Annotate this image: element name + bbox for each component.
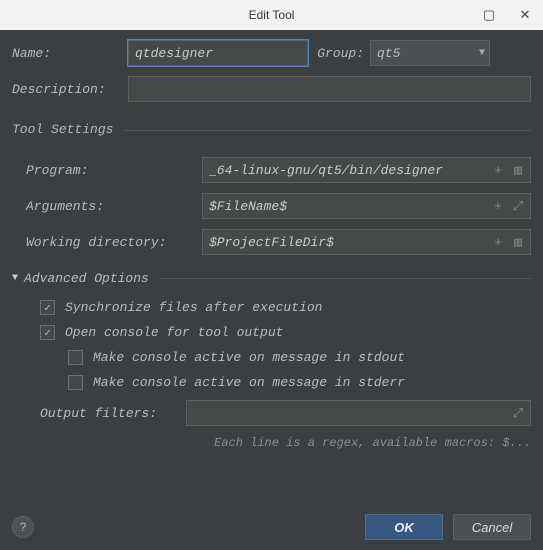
name-input[interactable] bbox=[128, 40, 308, 66]
filters-hint: Each line is a regex, available macros: … bbox=[40, 436, 531, 450]
group-value: qt5 bbox=[377, 46, 479, 61]
window-title: Edit Tool bbox=[249, 8, 295, 22]
stdout-checkbox-row[interactable]: Make console active on message in stdout bbox=[68, 350, 531, 365]
output-filters-row: Output filters: ⤢ bbox=[40, 400, 531, 426]
ok-button[interactable]: OK bbox=[365, 514, 443, 540]
stderr-label: Make console active on message in stderr bbox=[93, 375, 405, 390]
open-console-checkbox-row[interactable]: ✓ Open console for tool output bbox=[40, 325, 531, 340]
workdir-row: Working directory: $ProjectFileDir$ + ▥ bbox=[26, 229, 531, 255]
chevron-down-icon: ▼ bbox=[479, 48, 485, 59]
checkbox-checked-icon[interactable]: ✓ bbox=[40, 300, 55, 315]
open-console-label: Open console for tool output bbox=[65, 325, 283, 340]
checkbox-unchecked-icon[interactable] bbox=[68, 350, 83, 365]
titlebar: Edit Tool ▢ ✕ bbox=[0, 0, 543, 30]
cancel-button[interactable]: Cancel bbox=[453, 514, 531, 540]
name-row: Name: Group: qt5 ▼ bbox=[12, 40, 531, 66]
advanced-title: Advanced Options bbox=[24, 271, 149, 286]
tool-settings-header: Tool Settings bbox=[12, 114, 531, 147]
insert-macro-icon[interactable]: + bbox=[490, 199, 506, 214]
expand-icon[interactable]: ⤢ bbox=[510, 406, 526, 421]
name-label: Name: bbox=[12, 46, 122, 61]
sync-label: Synchronize files after execution bbox=[65, 300, 322, 315]
arguments-label: Arguments: bbox=[26, 199, 196, 214]
arguments-input[interactable]: $FileName$ + ⤢ bbox=[202, 193, 531, 219]
sync-checkbox-row[interactable]: ✓ Synchronize files after execution bbox=[40, 300, 531, 315]
separator bbox=[123, 130, 531, 131]
stderr-checkbox-row[interactable]: Make console active on message in stderr bbox=[68, 375, 531, 390]
description-input[interactable] bbox=[128, 76, 531, 102]
description-label: Description: bbox=[12, 82, 122, 97]
expand-icon[interactable]: ⤢ bbox=[510, 199, 526, 214]
window-buttons: ▢ ✕ bbox=[471, 0, 543, 30]
workdir-label: Working directory: bbox=[26, 235, 196, 250]
filters-input[interactable]: ⤢ bbox=[186, 400, 531, 426]
insert-macro-icon[interactable]: + bbox=[490, 163, 506, 178]
separator bbox=[159, 278, 531, 279]
group-label: Group: bbox=[314, 46, 364, 61]
close-button[interactable]: ✕ bbox=[507, 0, 543, 30]
workdir-input[interactable]: $ProjectFileDir$ + ▥ bbox=[202, 229, 531, 255]
description-row: Description: bbox=[12, 76, 531, 102]
program-row: Program: _64-linux-gnu/qt5/bin/designer … bbox=[26, 157, 531, 183]
dialog-body: Name: Group: qt5 ▼ Description: Tool Set… bbox=[0, 30, 543, 460]
collapse-triangle-icon: ▼ bbox=[12, 273, 18, 284]
dialog-footer: ? OK Cancel bbox=[12, 514, 531, 540]
maximize-button[interactable]: ▢ bbox=[471, 0, 507, 30]
arguments-row: Arguments: $FileName$ + ⤢ bbox=[26, 193, 531, 219]
browse-folder-icon[interactable]: ▥ bbox=[510, 235, 526, 250]
checkbox-unchecked-icon[interactable] bbox=[68, 375, 83, 390]
filters-label: Output filters: bbox=[40, 406, 180, 421]
program-label: Program: bbox=[26, 163, 196, 178]
browse-folder-icon[interactable]: ▥ bbox=[510, 163, 526, 178]
group-select[interactable]: qt5 ▼ bbox=[370, 40, 490, 66]
help-button[interactable]: ? bbox=[12, 516, 34, 538]
stdout-label: Make console active on message in stdout bbox=[93, 350, 405, 365]
advanced-header[interactable]: ▼ Advanced Options bbox=[12, 271, 531, 286]
insert-macro-icon[interactable]: + bbox=[490, 235, 506, 250]
program-input[interactable]: _64-linux-gnu/qt5/bin/designer + ▥ bbox=[202, 157, 531, 183]
tool-settings-title: Tool Settings bbox=[12, 122, 113, 137]
checkbox-checked-icon[interactable]: ✓ bbox=[40, 325, 55, 340]
